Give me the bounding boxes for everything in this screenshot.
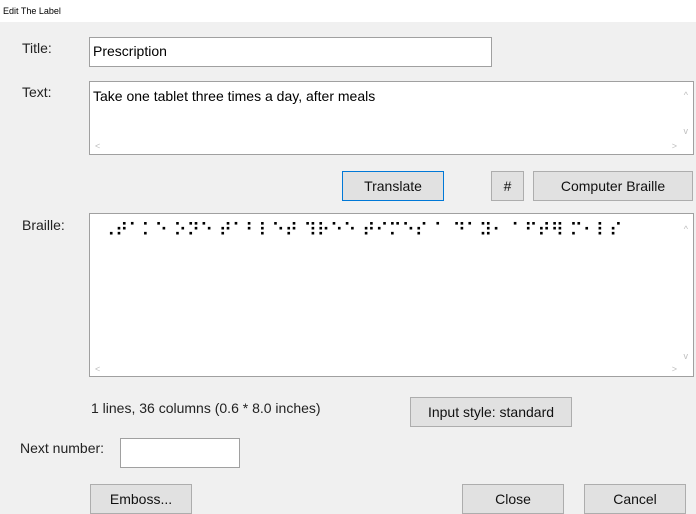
next-number-input[interactable] [120, 438, 240, 468]
cancel-button-label: Cancel [613, 491, 657, 507]
scroll-down-icon[interactable]: v [684, 126, 689, 136]
scroll-right-icon[interactable]: > [672, 364, 677, 374]
translate-button[interactable]: Translate [342, 171, 444, 201]
scroll-up-icon[interactable]: ^ [684, 224, 688, 234]
input-style-button[interactable]: Input style: standard [410, 397, 572, 427]
braille-area[interactable]: ⠠⠞⠁⠅⠑ ⠕⠝⠑ ⠞⠁⠃⠇⠑⠞ ⠹⠗⠑⠑ ⠞⠊⠍⠑⠎ ⠁ ⠙⠁⠽⠂ ⠁⠋⠞⠻ … [89, 213, 694, 377]
text-area-value: Take one tablet three times a day, after… [93, 88, 376, 104]
input-style-button-label: Input style: standard [427, 404, 555, 420]
window-title: Edit The Label [0, 0, 696, 22]
hash-button-label: # [503, 178, 512, 194]
close-button-label: Close [495, 491, 531, 507]
title-input[interactable]: Prescription [89, 37, 492, 67]
computer-braille-button-label: Computer Braille [560, 178, 666, 194]
close-button[interactable]: Close [462, 484, 564, 514]
next-number-label: Next number: [20, 440, 105, 456]
translate-button-label: Translate [364, 178, 422, 194]
scroll-down-icon[interactable]: v [684, 351, 689, 361]
title-input-value: Prescription [93, 43, 167, 59]
text-label: Text: [22, 84, 52, 100]
scroll-left-icon[interactable]: < [95, 141, 100, 151]
emboss-button-label: Emboss... [109, 491, 173, 507]
braille-label: Braille: [22, 217, 65, 233]
cancel-button[interactable]: Cancel [584, 484, 686, 514]
hash-button[interactable]: # [491, 171, 524, 201]
scroll-left-icon[interactable]: < [95, 364, 100, 374]
computer-braille-button[interactable]: Computer Braille [533, 171, 693, 201]
scroll-up-icon[interactable]: ^ [684, 90, 688, 100]
text-area[interactable]: Take one tablet three times a day, after… [89, 81, 694, 155]
scroll-right-icon[interactable]: > [672, 141, 677, 151]
title-label: Title: [22, 40, 52, 56]
braille-size-info: 1 lines, 36 columns (0.6 * 8.0 inches) [91, 400, 321, 416]
emboss-button[interactable]: Emboss... [90, 484, 192, 514]
braille-area-value: ⠠⠞⠁⠅⠑ ⠕⠝⠑ ⠞⠁⠃⠇⠑⠞ ⠹⠗⠑⠑ ⠞⠊⠍⠑⠎ ⠁ ⠙⠁⠽⠂ ⠁⠋⠞⠻ … [102, 220, 623, 241]
